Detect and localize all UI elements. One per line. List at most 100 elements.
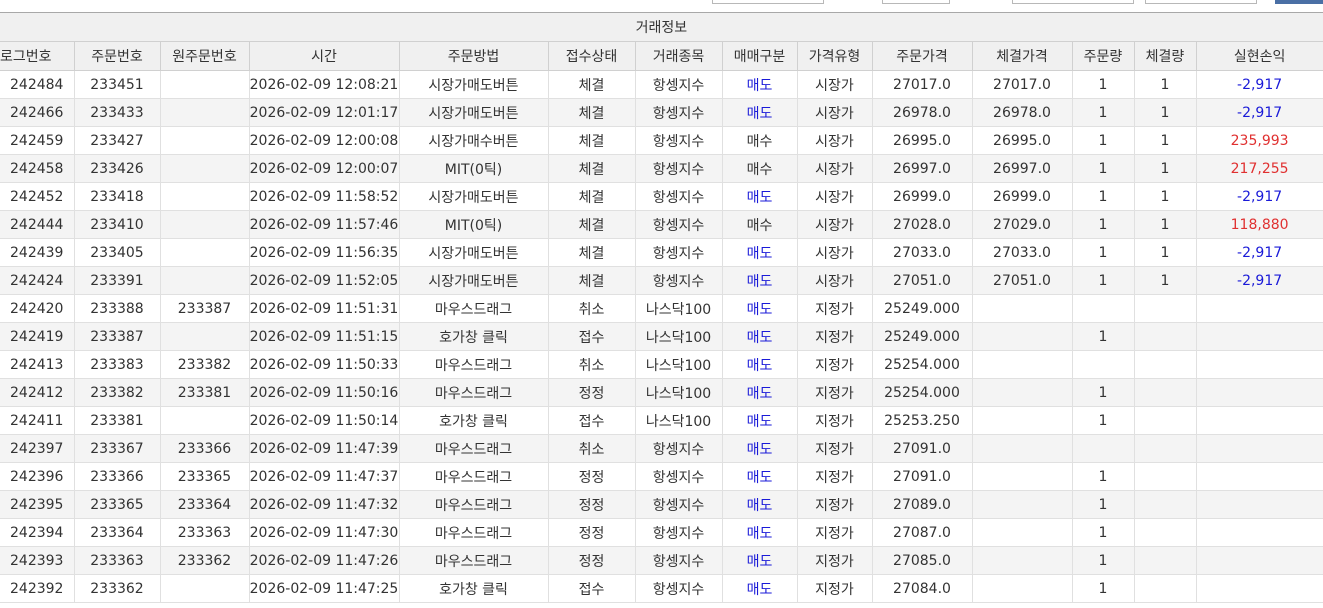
col-time-header[interactable]: 시간 bbox=[248, 41, 400, 71]
col-log-number-cell: 242392 bbox=[0, 574, 75, 603]
col-order-method-header[interactable]: 주문방법 bbox=[398, 41, 549, 71]
col-realized-pnl-cell: 235,993 bbox=[1195, 126, 1323, 155]
col-fill-qty-header[interactable]: 체결량 bbox=[1133, 41, 1197, 71]
col-order-price-header[interactable]: 주문가격 bbox=[871, 41, 973, 71]
col-original-order-number-cell bbox=[159, 322, 250, 351]
col-symbol-header[interactable]: 거래종목 bbox=[634, 41, 723, 71]
col-order-price-cell: 27028.0 bbox=[871, 210, 973, 239]
col-order-qty-cell: 1 bbox=[1071, 238, 1135, 267]
col-trade-side-cell: 매도 bbox=[721, 434, 798, 463]
col-order-price-cell: 27085.0 bbox=[871, 546, 973, 575]
col-time-cell: 2026-02-09 11:57:46 bbox=[248, 210, 400, 239]
col-receipt-status-cell: 정정 bbox=[547, 462, 636, 491]
col-time-cell: 2026-02-09 11:50:33 bbox=[248, 350, 400, 379]
col-realized-pnl-header[interactable]: 실현손익 bbox=[1195, 41, 1323, 71]
col-order-method-cell: 마우스드래그 bbox=[398, 434, 549, 463]
table-row[interactable]: 242424 233391 2026-02-09 11:52:05 시장가매도버튼 체결… bbox=[0, 266, 1323, 295]
col-symbol-cell: 항셍지수 bbox=[634, 546, 723, 575]
col-fill-price-cell bbox=[971, 378, 1073, 407]
table-row[interactable]: 242397 233367 233366 2026-02-09 11:47:39 마우스… bbox=[0, 434, 1323, 463]
col-order-number-cell: 233426 bbox=[73, 154, 161, 183]
col-trade-side-cell: 매도 bbox=[721, 574, 798, 603]
col-order-method-cell: 마우스드래그 bbox=[398, 462, 549, 491]
top-toolbar-strip bbox=[0, 0, 1323, 12]
col-receipt-status-cell: 취소 bbox=[547, 434, 636, 463]
col-log-number-header[interactable]: 로그번호 bbox=[0, 41, 75, 71]
col-fill-price-cell bbox=[971, 462, 1073, 491]
col-fill-qty-cell: 1 bbox=[1133, 154, 1197, 183]
table-row[interactable]: 242393 233363 233362 2026-02-09 11:47:26 마우스… bbox=[0, 546, 1323, 575]
toolbar-field-1[interactable] bbox=[712, 0, 824, 4]
table-row[interactable]: 242413 233383 233382 2026-02-09 11:50:33 마우스… bbox=[0, 350, 1323, 379]
col-order-number-cell: 233410 bbox=[73, 210, 161, 239]
col-order-qty-cell: 1 bbox=[1071, 154, 1135, 183]
col-realized-pnl-cell: -2,917 bbox=[1195, 98, 1323, 127]
col-trade-side-cell: 매수 bbox=[721, 210, 798, 239]
col-order-qty-header[interactable]: 주문량 bbox=[1071, 41, 1135, 71]
col-time-cell: 2026-02-09 12:08:21 bbox=[248, 70, 400, 99]
column-header-row: 로그번호 주문번호 원주문번호 시간 주문방법 접수상태 거래종목 매매구분 가격유형 주문가격 체… bbox=[0, 41, 1323, 71]
col-order-qty-cell: 1 bbox=[1071, 70, 1135, 99]
toolbar-field-2[interactable] bbox=[882, 0, 950, 4]
table-row[interactable]: 242444 233410 2026-02-09 11:57:46 MIT(0틱) 체결… bbox=[0, 210, 1323, 239]
toolbar-button[interactable] bbox=[1275, 0, 1323, 4]
col-symbol-cell: 항셍지수 bbox=[634, 210, 723, 239]
col-order-price-cell: 27033.0 bbox=[871, 238, 973, 267]
table-row[interactable]: 242420 233388 233387 2026-02-09 11:51:31 마우스… bbox=[0, 294, 1323, 323]
col-realized-pnl-cell bbox=[1195, 518, 1323, 547]
col-price-type-cell: 시장가 bbox=[796, 182, 873, 211]
table-row[interactable]: 242395 233365 233364 2026-02-09 11:47:32 마우스… bbox=[0, 490, 1323, 519]
table-row[interactable]: 242412 233382 233381 2026-02-09 11:50:16 마우스… bbox=[0, 378, 1323, 407]
col-original-order-number-cell: 233365 bbox=[159, 462, 250, 491]
col-receipt-status-cell: 체결 bbox=[547, 154, 636, 183]
col-receipt-status-header[interactable]: 접수상태 bbox=[547, 41, 636, 71]
col-receipt-status-cell: 체결 bbox=[547, 182, 636, 211]
col-log-number-cell: 242395 bbox=[0, 490, 75, 519]
col-realized-pnl-cell: -2,917 bbox=[1195, 266, 1323, 295]
col-fill-qty-cell: 1 bbox=[1133, 70, 1197, 99]
col-order-qty-cell: 1 bbox=[1071, 574, 1135, 603]
col-trade-side-cell: 매도 bbox=[721, 266, 798, 295]
toolbar-field-4[interactable] bbox=[1145, 0, 1257, 4]
toolbar-field-3[interactable] bbox=[1012, 0, 1134, 4]
table-row[interactable]: 242466 233433 2026-02-09 12:01:17 시장가매도버튼 체결… bbox=[0, 98, 1323, 127]
col-order-method-cell: 호가창 클릭 bbox=[398, 574, 549, 603]
table-row[interactable]: 242419 233387 2026-02-09 11:51:15 호가창 클릭 접수 나… bbox=[0, 322, 1323, 351]
col-trade-side-cell: 매수 bbox=[721, 154, 798, 183]
col-receipt-status-cell: 체결 bbox=[547, 238, 636, 267]
col-log-number-cell: 242466 bbox=[0, 98, 75, 127]
col-order-qty-cell bbox=[1071, 434, 1135, 463]
col-order-number-cell: 233364 bbox=[73, 518, 161, 547]
col-log-number-cell: 242393 bbox=[0, 546, 75, 575]
col-trade-side-header[interactable]: 매매구분 bbox=[721, 41, 798, 71]
col-order-qty-cell bbox=[1071, 350, 1135, 379]
col-order-number-cell: 233418 bbox=[73, 182, 161, 211]
table-row[interactable]: 242396 233366 233365 2026-02-09 11:47:37 마우스… bbox=[0, 462, 1323, 491]
table-row[interactable]: 242459 233427 2026-02-09 12:00:08 시장가매수버튼 체결… bbox=[0, 126, 1323, 155]
col-fill-price-header[interactable]: 체결가격 bbox=[971, 41, 1073, 71]
table-row[interactable]: 242411 233381 2026-02-09 11:50:14 호가창 클릭 접수 나… bbox=[0, 406, 1323, 435]
col-fill-price-cell: 26995.0 bbox=[971, 126, 1073, 155]
table-row[interactable]: 242458 233426 2026-02-09 12:00:07 MIT(0틱) 체결… bbox=[0, 154, 1323, 183]
col-original-order-number-cell: 233364 bbox=[159, 490, 250, 519]
col-order-number-header[interactable]: 주문번호 bbox=[73, 41, 161, 71]
col-order-method-cell: 마우스드래그 bbox=[398, 350, 549, 379]
col-receipt-status-cell: 정정 bbox=[547, 518, 636, 547]
col-symbol-cell: 항셍지수 bbox=[634, 490, 723, 519]
table-row[interactable]: 242452 233418 2026-02-09 11:58:52 시장가매도버튼 체결… bbox=[0, 182, 1323, 211]
col-realized-pnl-cell bbox=[1195, 406, 1323, 435]
col-realized-pnl-cell: 217,255 bbox=[1195, 154, 1323, 183]
col-order-qty-cell: 1 bbox=[1071, 210, 1135, 239]
col-price-type-cell: 지정가 bbox=[796, 322, 873, 351]
table-row[interactable]: 242394 233364 233363 2026-02-09 11:47:30 마우스… bbox=[0, 518, 1323, 547]
col-order-number-cell: 233382 bbox=[73, 378, 161, 407]
col-symbol-cell: 항셍지수 bbox=[634, 518, 723, 547]
table-row[interactable]: 242439 233405 2026-02-09 11:56:35 시장가매도버튼 체결… bbox=[0, 238, 1323, 267]
table-row[interactable]: 242484 233451 2026-02-09 12:08:21 시장가매도버튼 체결… bbox=[0, 70, 1323, 99]
col-log-number-cell: 242411 bbox=[0, 406, 75, 435]
col-price-type-header[interactable]: 가격유형 bbox=[796, 41, 873, 71]
col-log-number-cell: 242424 bbox=[0, 266, 75, 295]
col-original-order-number-header[interactable]: 원주문번호 bbox=[159, 41, 250, 71]
table-row[interactable]: 242392 233362 2026-02-09 11:47:25 호가창 클릭 접수 항… bbox=[0, 574, 1323, 603]
col-trade-side-cell: 매수 bbox=[721, 126, 798, 155]
